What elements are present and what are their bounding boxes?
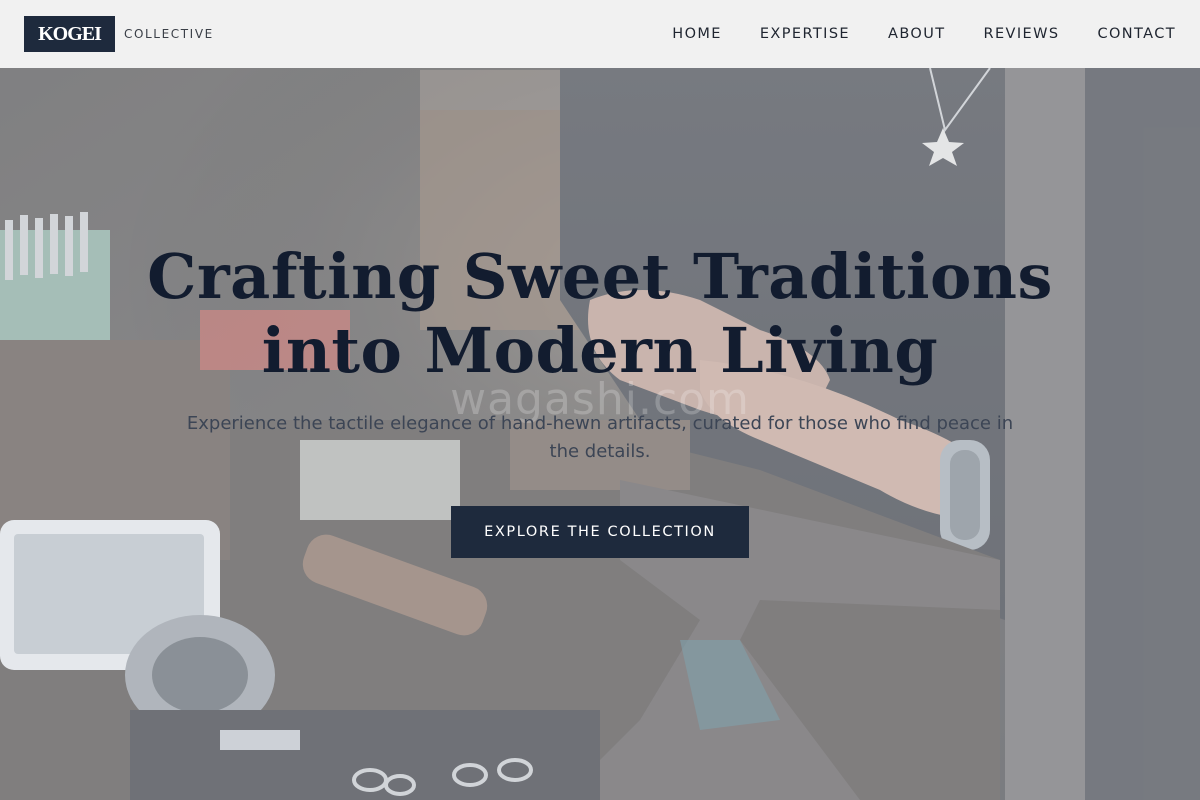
hero-subtitle: Experience the tactile elegance of hand-… [186, 413, 1014, 462]
site-header: KOGEI COLLECTIVE HOME EXPERTISE ABOUT RE… [0, 0, 1200, 68]
nav-expertise[interactable]: EXPERTISE [760, 26, 850, 42]
logo-text: KOGEI [38, 22, 102, 45]
nav-reviews[interactable]: REVIEWS [984, 26, 1060, 42]
hero-section: Crafting Sweet Traditions into Modern Li… [0, 0, 1200, 800]
nav-contact[interactable]: CONTACT [1097, 26, 1176, 42]
logo-subtitle: COLLECTIVE [124, 27, 214, 41]
nav-about[interactable]: ABOUT [888, 26, 946, 42]
explore-collection-button[interactable]: EXPLORE THE COLLECTION [451, 506, 749, 558]
main-nav: HOME EXPERTISE ABOUT REVIEWS CONTACT [672, 26, 1176, 42]
nav-home[interactable]: HOME [672, 26, 722, 42]
hero-title-line-1: Crafting Sweet Traditions [147, 240, 1053, 313]
logo[interactable]: KOGEI [24, 16, 115, 52]
hero-title: Crafting Sweet Traditions into Modern Li… [0, 240, 1200, 388]
